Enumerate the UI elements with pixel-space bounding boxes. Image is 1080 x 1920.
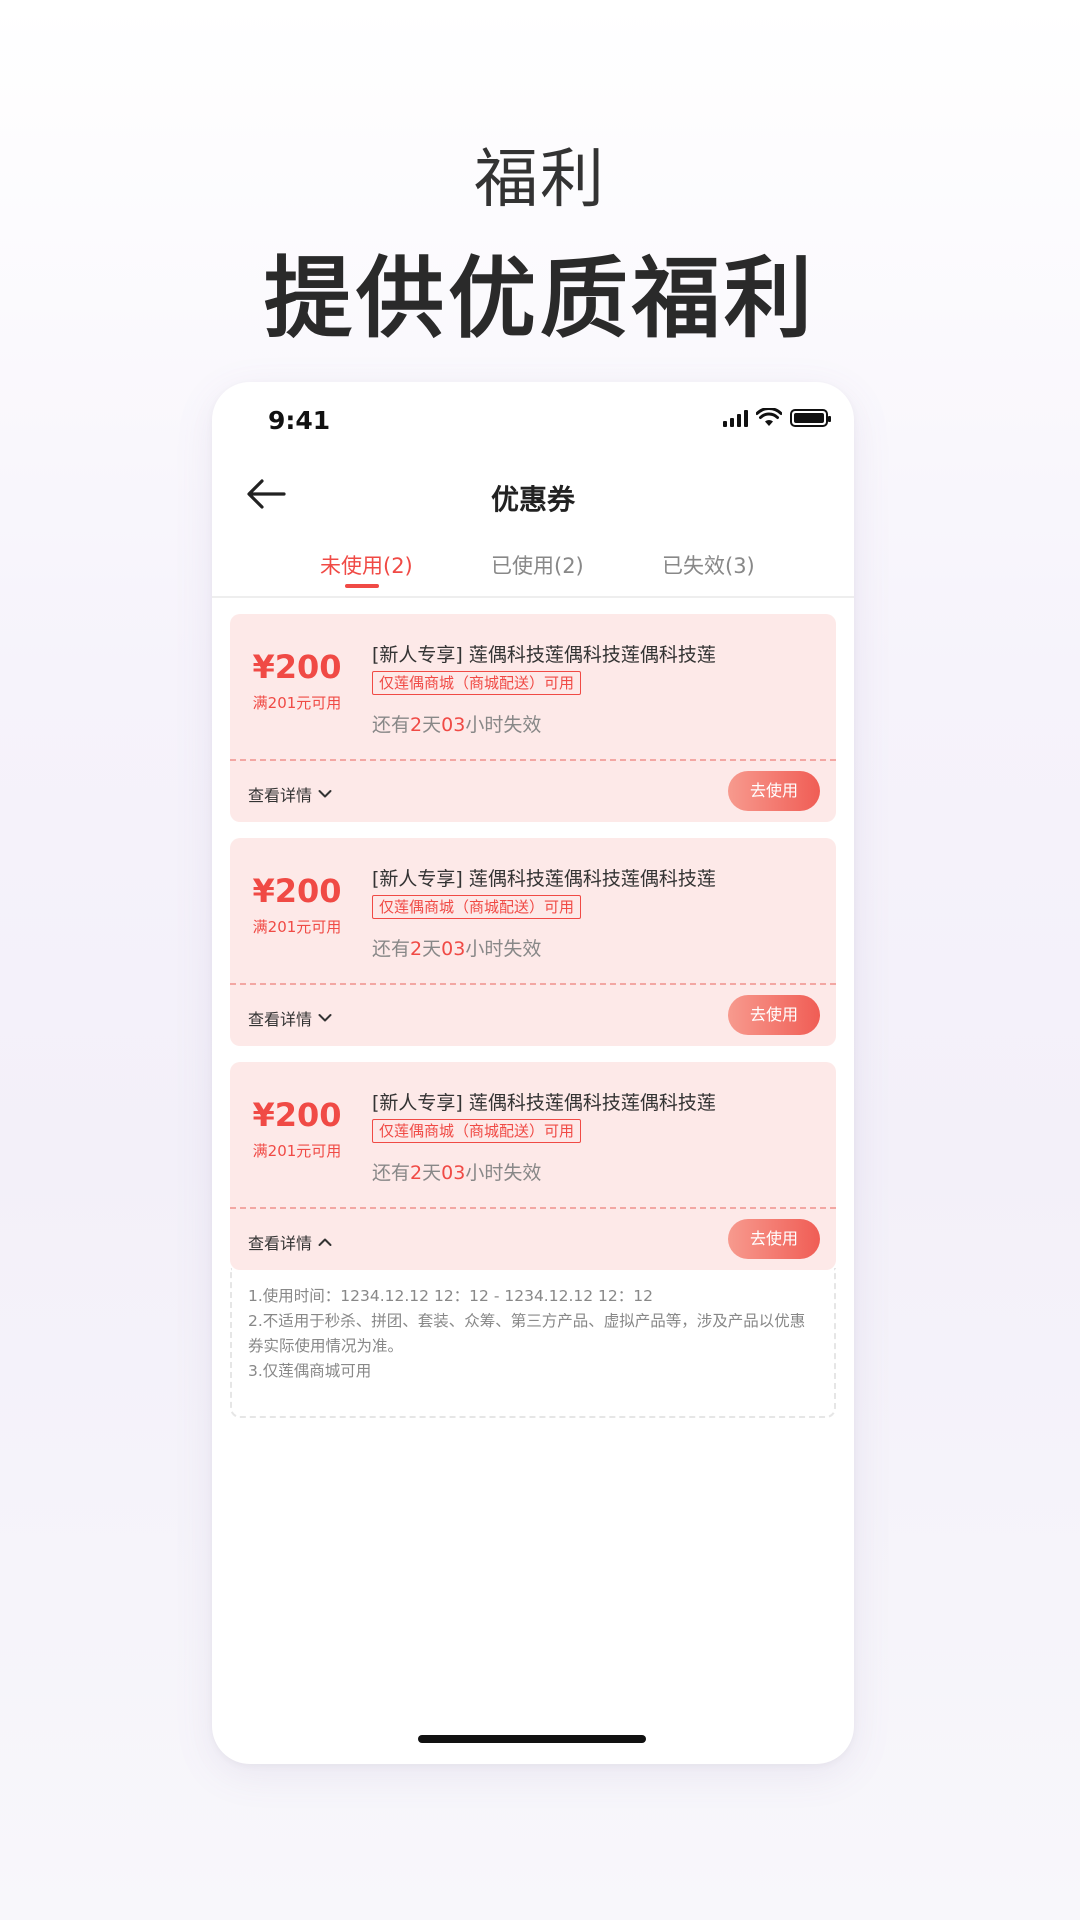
tab-bar: 未使用(2) 已使用(2) 已失效(3): [212, 542, 854, 598]
chevron-down-icon: [318, 1014, 332, 1022]
status-bar: 9:41: [212, 382, 854, 442]
coupon-title: [新人专享] 莲偶科技莲偶科技莲偶科技莲: [372, 1092, 716, 1114]
rule-item: 1.使用时间：1234.12.12 12：12 - 1234.12.12 12：…: [248, 1287, 653, 1305]
coupon-card: ¥200 满201元可用 [新人专享] 莲偶科技莲偶科技莲偶科技莲 仅莲偶商城（…: [230, 614, 836, 822]
coupon-expire-text: 还有2天03小时失效: [372, 938, 542, 960]
coupon-expire-text: 还有2天03小时失效: [372, 1162, 542, 1184]
chevron-up-icon: [318, 1238, 332, 1246]
phone-mockup: 9:41 优惠券 未使用(2) 已使用(2) 已失效(3) ¥200 满201元…: [212, 382, 854, 1764]
use-coupon-button[interactable]: 去使用: [728, 1219, 820, 1259]
coupon-rules-panel: 1.使用时间：1234.12.12 12：12 - 1234.12.12 12：…: [230, 1268, 836, 1418]
coupon-amount: ¥200: [252, 648, 342, 686]
tab-used[interactable]: 已使用(2): [491, 550, 584, 580]
use-coupon-button[interactable]: 去使用: [728, 995, 820, 1035]
coupon-divider: [230, 1207, 836, 1209]
home-indicator[interactable]: [418, 1735, 646, 1743]
view-details-toggle[interactable]: 查看详情: [248, 1230, 332, 1254]
view-details-label: 查看详情: [248, 1234, 313, 1253]
view-details-toggle[interactable]: 查看详情: [248, 782, 332, 806]
hero-subtitle: 福利: [474, 143, 606, 217]
coupon-condition: 满201元可用: [252, 1142, 342, 1160]
wifi-icon: [756, 408, 782, 426]
view-details-toggle[interactable]: 查看详情: [248, 1006, 332, 1030]
coupon-title: [新人专享] 莲偶科技莲偶科技莲偶科技莲: [372, 868, 716, 890]
coupon-amount: ¥200: [252, 1096, 342, 1134]
rule-item: 2.不适用于秒杀、拼团、套装、众筹、第三方产品、虚拟产品等，涉及产品以优惠券实际…: [248, 1312, 806, 1355]
tab-active-indicator: [345, 584, 379, 588]
signal-icon: [723, 409, 748, 427]
coupon-scope-tag: 仅莲偶商城（商城配送）可用: [372, 1119, 582, 1143]
coupon-expire-text: 还有2天03小时失效: [372, 714, 542, 736]
coupon-card: ¥200 满201元可用 [新人专享] 莲偶科技莲偶科技莲偶科技莲 仅莲偶商城（…: [230, 1062, 836, 1270]
nav-bar: 优惠券: [212, 454, 854, 534]
view-details-label: 查看详情: [248, 786, 313, 805]
page-title: 优惠券: [490, 483, 575, 516]
coupon-amount: ¥200: [252, 872, 342, 910]
use-coupon-button[interactable]: 去使用: [728, 771, 820, 811]
chevron-down-icon: [318, 790, 332, 798]
coupon-condition: 满201元可用: [252, 918, 342, 936]
battery-icon: [790, 408, 831, 427]
coupon-divider: [230, 983, 836, 985]
coupon-scope-tag: 仅莲偶商城（商城配送）可用: [372, 671, 582, 695]
coupon-card: ¥200 满201元可用 [新人专享] 莲偶科技莲偶科技莲偶科技莲 仅莲偶商城（…: [230, 838, 836, 1046]
coupon-title: [新人专享] 莲偶科技莲偶科技莲偶科技莲: [372, 644, 716, 666]
coupon-condition: 满201元可用: [252, 694, 342, 712]
coupon-scope-tag: 仅莲偶商城（商城配送）可用: [372, 895, 582, 919]
status-time: 9:41: [268, 406, 331, 435]
status-icons: [723, 408, 831, 427]
tab-unused[interactable]: 未使用(2): [320, 550, 413, 580]
hero-title: 提供优质福利: [263, 247, 816, 350]
view-details-label: 查看详情: [248, 1010, 313, 1029]
coupon-divider: [230, 759, 836, 761]
tab-expired[interactable]: 已失效(3): [662, 550, 755, 580]
rule-item: 3.仅莲偶商城可用: [248, 1362, 372, 1380]
